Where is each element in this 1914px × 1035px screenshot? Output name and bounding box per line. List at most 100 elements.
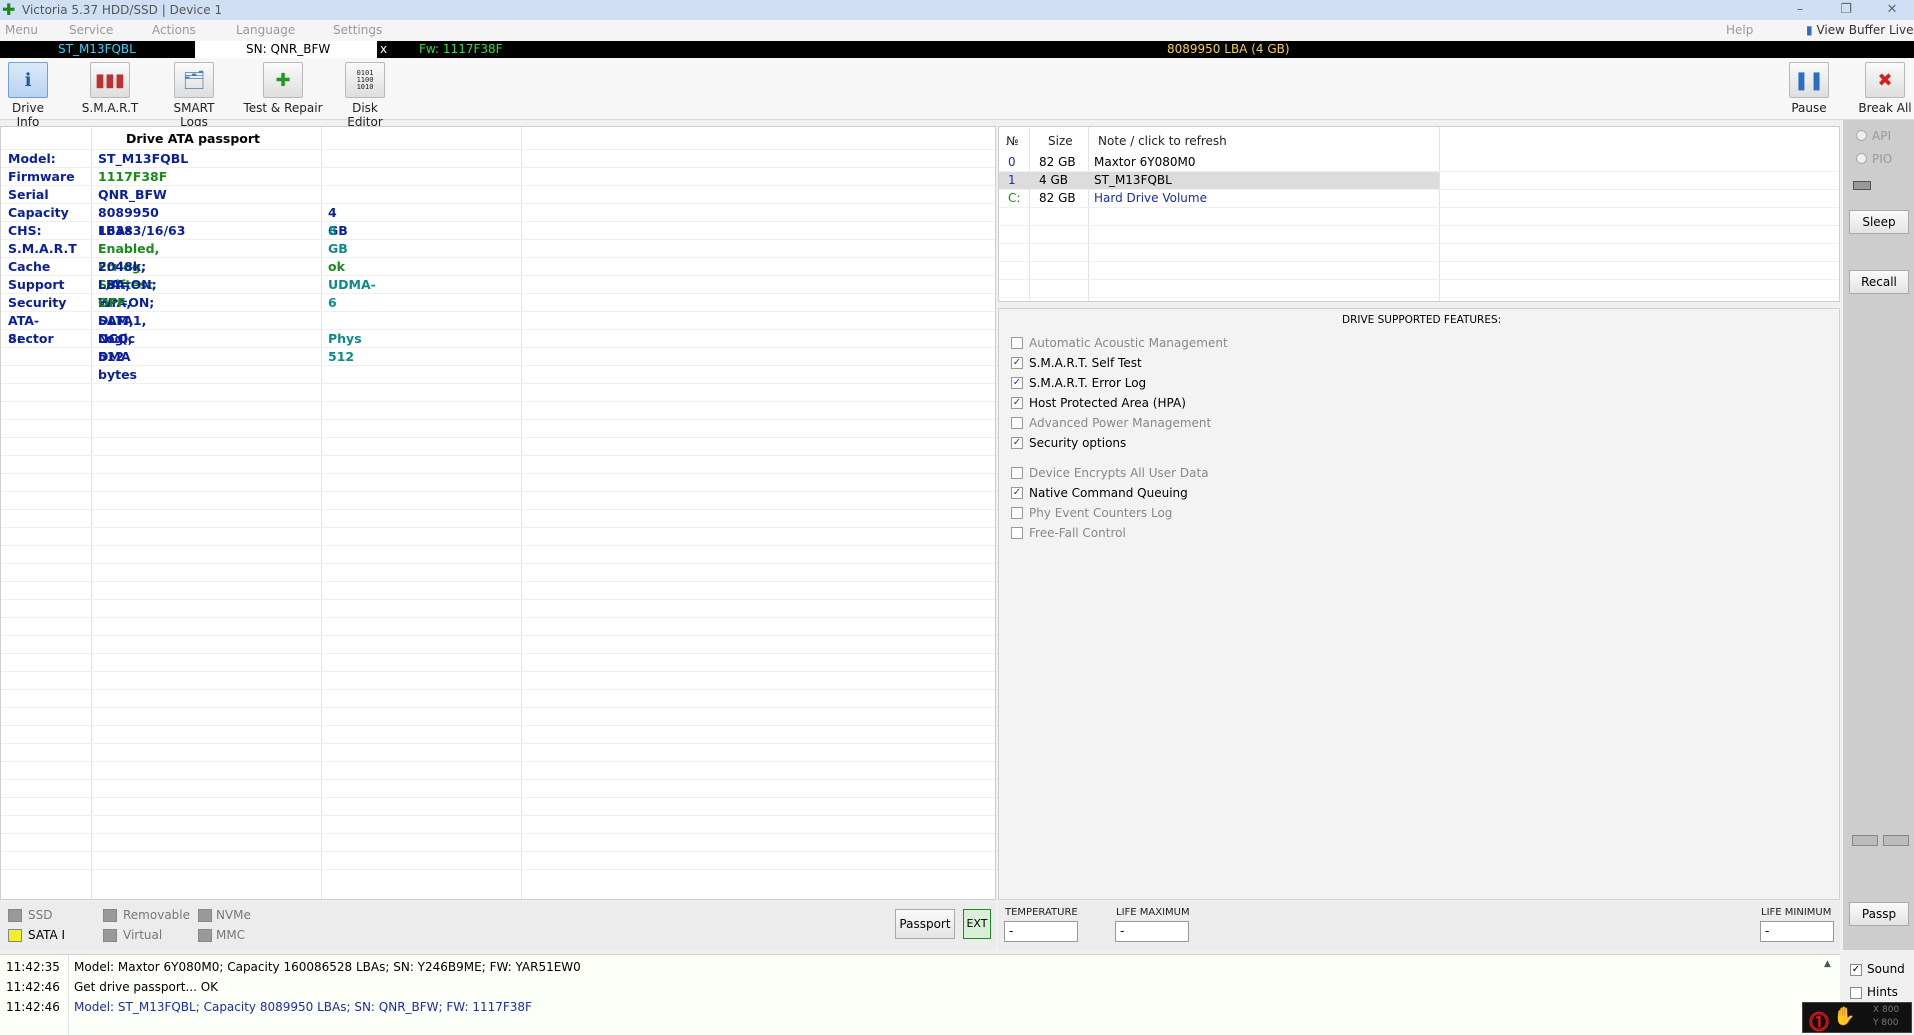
temperature-field: - bbox=[1004, 921, 1078, 942]
drive-list-row[interactable]: 0 82 GB Maxtor 6Y080M0 bbox=[999, 153, 1841, 171]
hints-checkbox[interactable] bbox=[1850, 987, 1862, 999]
log-time: 11:42:46 bbox=[6, 1000, 60, 1014]
passport-label: CHS: bbox=[8, 223, 42, 238]
log-entry: 11:42:46 Model: ST_M13FQBL; Capacity 8089… bbox=[6, 998, 532, 1016]
feature-checkbox[interactable] bbox=[1011, 417, 1023, 429]
strip-close-button[interactable]: x bbox=[380, 41, 387, 58]
menu-item-language[interactable]: Language bbox=[236, 23, 295, 37]
menu-item-service[interactable]: Service bbox=[69, 23, 113, 37]
drive-note: ST_M13FQBL bbox=[1094, 173, 1172, 187]
menu-bar: Menu Service Actions Language Settings H… bbox=[0, 20, 1914, 41]
drive-note: Maxtor 6Y080M0 bbox=[1094, 155, 1196, 169]
log-text: Model: Maxtor 6Y080M0; Capacity 16008652… bbox=[74, 960, 581, 974]
ext-button[interactable]: EXT bbox=[963, 909, 991, 939]
passport-label: Security bbox=[8, 295, 67, 310]
drive-note-header[interactable]: Note / click to refresh bbox=[1098, 134, 1227, 148]
drive-info-button[interactable]: ℹ Drive Info bbox=[2, 62, 54, 129]
feature-checkbox[interactable] bbox=[1011, 337, 1023, 349]
smart-chart-icon: ▮▮▮ bbox=[90, 62, 130, 98]
small-toggle-left[interactable] bbox=[1852, 835, 1878, 846]
view-buffer-live[interactable]: ▮ View Buffer Live bbox=[1806, 23, 1913, 37]
passport-extra: UDMA-6 bbox=[328, 277, 376, 310]
feature-label: Device Encrypts All User Data bbox=[1029, 466, 1209, 480]
drive-passport-panel: Drive ATA passport Model: ST_M13FQBL Firmw… bbox=[0, 126, 996, 900]
event-log: 11:42:35 Model: Maxtor 6Y080M0; Capacity … bbox=[0, 954, 1840, 1035]
sound-label: Sound bbox=[1867, 962, 1905, 976]
pio-radio[interactable] bbox=[1856, 153, 1867, 164]
drive-list-row[interactable]: C: 82 GB Hard Drive Volume bbox=[999, 189, 1841, 207]
feature-checkbox[interactable]: ✓ bbox=[1011, 487, 1023, 499]
passport-button[interactable]: Passport bbox=[895, 909, 955, 939]
pause-button[interactable]: ❚❚ Pause bbox=[1786, 62, 1832, 115]
menu-item-help[interactable]: Help bbox=[1726, 23, 1753, 37]
smart-logs-button[interactable]: 🗂 SMART Logs bbox=[158, 62, 230, 129]
nvme-label: NVMe bbox=[216, 908, 251, 922]
test-repair-icon: ✚ bbox=[263, 62, 303, 98]
sleep-button[interactable]: Sleep bbox=[1849, 210, 1909, 234]
feature-checkbox[interactable]: ✓ bbox=[1011, 437, 1023, 449]
minimize-icon[interactable]: – bbox=[1786, 1, 1814, 19]
feature-checkbox[interactable] bbox=[1011, 507, 1023, 519]
passport-value: Logic 512 bytes bbox=[98, 331, 137, 382]
menu-item-actions[interactable]: Actions bbox=[152, 23, 196, 37]
small-toggle-right[interactable] bbox=[1883, 835, 1909, 846]
passport-value: ST_M13FQBL bbox=[98, 151, 189, 166]
feature-checkbox[interactable] bbox=[1011, 527, 1023, 539]
strip-serial: SN: QNR_BFW bbox=[246, 42, 331, 56]
drive-info-icon: ℹ bbox=[8, 62, 48, 98]
log-entry: 11:42:46 Get drive passport... OK bbox=[6, 978, 218, 996]
feature-checkbox[interactable]: ✓ bbox=[1011, 357, 1023, 369]
feature-checkbox[interactable] bbox=[1011, 467, 1023, 479]
passport-label: Capacity bbox=[8, 205, 69, 220]
feature-checkbox[interactable]: ✓ bbox=[1011, 397, 1023, 409]
api-label: API bbox=[1872, 129, 1891, 143]
feature-label: Host Protected Area (HPA) bbox=[1029, 396, 1186, 410]
virtual-indicator bbox=[103, 929, 117, 942]
feature-label: Native Command Queuing bbox=[1029, 486, 1188, 500]
passport-label: Support bbox=[8, 277, 65, 292]
passport-label: Sector bbox=[8, 331, 54, 346]
passport-label: Model: bbox=[8, 151, 56, 166]
life-max-label: LIFE MAXIMUM bbox=[1116, 907, 1190, 918]
log-scroll-up-icon[interactable]: ▲ bbox=[1824, 959, 1831, 969]
close-icon[interactable]: ✕ bbox=[1878, 1, 1906, 19]
app-icon: ✚ bbox=[2, 0, 16, 19]
drive-features-panel: DRIVE SUPPORTED FEATURES: Automatic Acou… bbox=[998, 308, 1840, 900]
life-max-field: - bbox=[1115, 921, 1189, 942]
x-readout: X 800 bbox=[1873, 1005, 1900, 1015]
brand-logo-icon: ⓵ bbox=[1809, 1010, 1829, 1034]
feature-label: Phy Event Counters Log bbox=[1029, 506, 1173, 520]
drive-num-header: № bbox=[1006, 134, 1019, 148]
passport-label: S.M.A.R.T bbox=[8, 241, 77, 256]
passport-label: Firmware bbox=[8, 169, 75, 184]
test-repair-button[interactable]: ✚ Test & Repair bbox=[243, 62, 323, 115]
title-bar: ✚ Victoria 5.37 HDD/SSD | Device 1 – ❐ ✕ bbox=[0, 0, 1914, 20]
passport-extra: 8 GB bbox=[328, 223, 348, 256]
nvme-indicator bbox=[198, 909, 212, 922]
passport-label: Serial bbox=[8, 187, 49, 202]
recall-button[interactable]: Recall bbox=[1849, 270, 1909, 294]
break-all-button[interactable]: ✖ Break All bbox=[1858, 62, 1912, 115]
api-radio[interactable] bbox=[1856, 130, 1867, 141]
removable-indicator bbox=[103, 909, 117, 922]
passp-button[interactable]: Passp bbox=[1849, 902, 1909, 926]
smart-button[interactable]: ▮▮▮ S.M.A.R.T bbox=[80, 62, 140, 115]
feature-label: Free-Fall Control bbox=[1029, 526, 1126, 540]
smart-logs-icon: 🗂 bbox=[174, 62, 214, 98]
sound-checkbox[interactable]: ✓ bbox=[1850, 964, 1862, 976]
restore-icon[interactable]: ❐ bbox=[1832, 1, 1860, 19]
disk-editor-icon: 0101 1100 1010 bbox=[345, 62, 385, 98]
feature-label: Advanced Power Management bbox=[1029, 416, 1212, 430]
drive-info-strip: ST_M13FQBL SN: QNR_BFW x Fw: 1117F38F 80… bbox=[0, 41, 1914, 58]
drive-list-row[interactable]: 1 4 GB ST_M13FQBL bbox=[999, 171, 1841, 189]
drive-num: C: bbox=[1008, 191, 1021, 205]
passport-extra: Phys 512 bbox=[328, 331, 362, 364]
menu-item-menu[interactable]: Menu bbox=[5, 23, 38, 37]
passport-extra: ok bbox=[328, 259, 345, 274]
mmc-indicator bbox=[198, 929, 212, 942]
feature-checkbox[interactable]: ✓ bbox=[1011, 377, 1023, 389]
log-text: Get drive passport... OK bbox=[74, 980, 219, 994]
ssd-indicator bbox=[8, 909, 22, 922]
menu-item-settings[interactable]: Settings bbox=[333, 23, 382, 37]
disk-editor-button[interactable]: 0101 1100 1010 Disk Editor bbox=[334, 62, 396, 129]
